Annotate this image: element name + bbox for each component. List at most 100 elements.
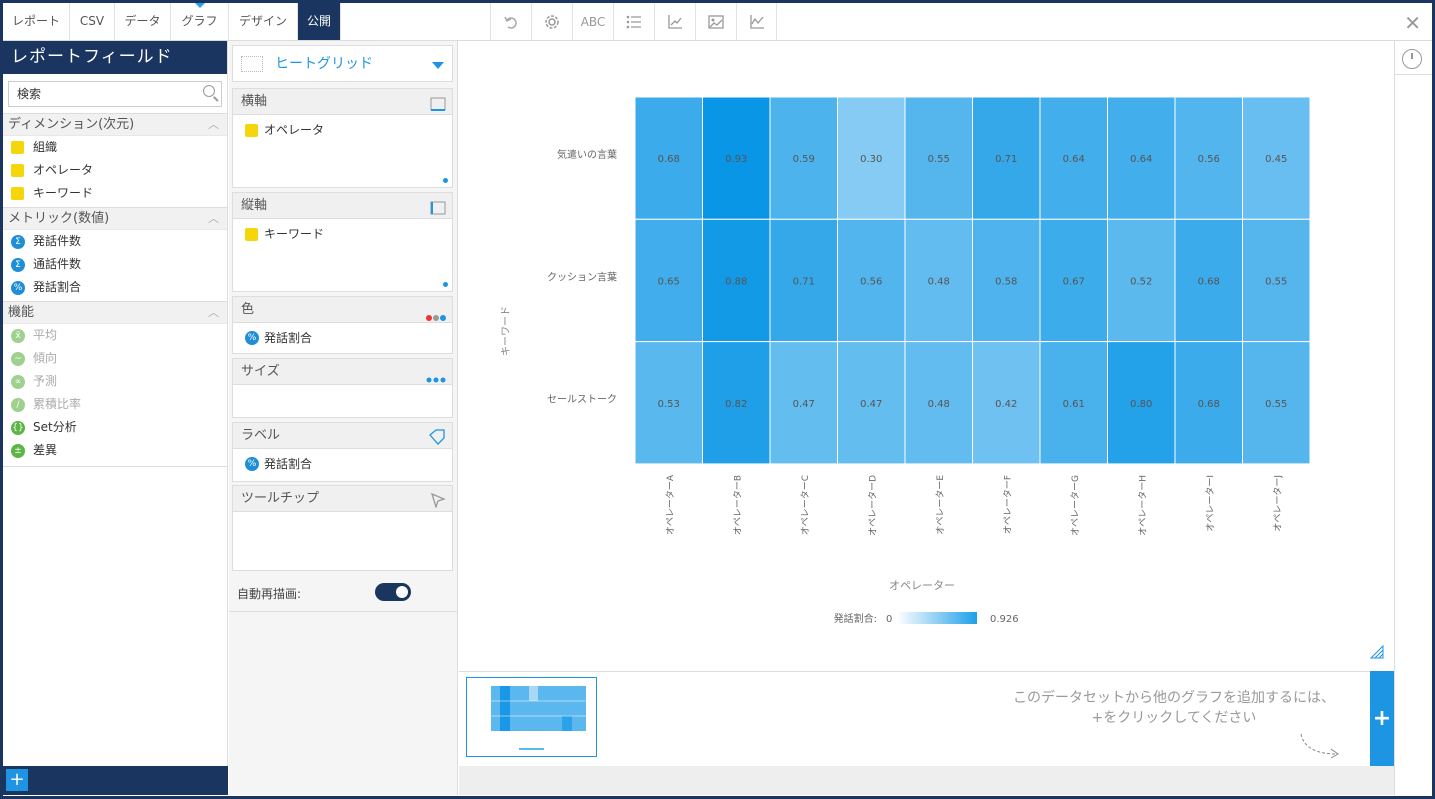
field-keyword[interactable]: キーワード bbox=[3, 182, 227, 205]
dimension-icon bbox=[11, 164, 24, 177]
y-axis-field[interactable]: キーワード bbox=[233, 219, 452, 249]
chevron-up-icon[interactable]: ︿ bbox=[208, 302, 219, 324]
y-axis-label: キーワード bbox=[501, 306, 512, 356]
dimension-icon bbox=[245, 228, 258, 241]
section-metrics-title: メトリック(数値) bbox=[8, 211, 110, 226]
dimension-icon bbox=[11, 141, 24, 154]
add-chart-button[interactable]: + bbox=[1370, 671, 1394, 766]
sum-icon: Σ bbox=[11, 258, 25, 272]
resize-handle-icon[interactable] bbox=[1370, 645, 1384, 659]
report-fields-panel: レポートフィールド 検索 ディメンション(次元) ︿ 組織 オペレータ キーワード… bbox=[3, 41, 228, 795]
x-axis-field[interactable]: オペレータ bbox=[233, 115, 452, 145]
tab-design[interactable]: デザイン bbox=[229, 3, 298, 40]
field-operator[interactable]: オペレータ bbox=[3, 159, 227, 182]
active-step-caret bbox=[194, 3, 205, 8]
chart-type-label: ヒートグリッド bbox=[275, 56, 373, 72]
function-difference[interactable]: ± 差異 bbox=[3, 439, 227, 462]
field-label: 発話割合 bbox=[264, 331, 313, 345]
cell-value-label: 0.55 bbox=[1265, 276, 1287, 287]
function-forecast[interactable]: ∝ 予測 bbox=[3, 370, 227, 393]
tab-csv[interactable]: CSV bbox=[70, 3, 115, 40]
dimension-icon bbox=[11, 187, 24, 200]
cell-value-label: 0.58 bbox=[995, 276, 1017, 287]
percent-icon: % bbox=[245, 331, 259, 345]
function-trend[interactable]: ~ 傾向 bbox=[3, 347, 227, 370]
section-dimensions[interactable]: ディメンション(次元) ︿ bbox=[3, 113, 227, 136]
auto-redraw-toggle[interactable] bbox=[375, 583, 411, 601]
tab-data[interactable]: データ bbox=[115, 3, 171, 40]
history-icon[interactable] bbox=[1402, 49, 1422, 69]
function-cumulative[interactable]: / 累積比率 bbox=[3, 393, 227, 416]
field-label: 平均 bbox=[33, 328, 58, 342]
cell-value-label: 0.68 bbox=[1198, 276, 1220, 287]
panel-title: レポートフィールド bbox=[3, 41, 227, 74]
field-utterance-ratio[interactable]: % 発話割合 bbox=[3, 276, 227, 299]
field-label: 累積比率 bbox=[33, 397, 82, 411]
x-tick-label: オペレーターH bbox=[1137, 475, 1148, 536]
left-footer: + bbox=[3, 766, 228, 795]
label-dropzone[interactable]: ラベル % 発話割合 bbox=[232, 422, 453, 482]
search-icon[interactable] bbox=[203, 85, 215, 97]
tab-graph[interactable]: グラフ bbox=[171, 3, 229, 40]
cell-value-label: 0.80 bbox=[1130, 399, 1152, 410]
close-icon[interactable]: ✕ bbox=[1404, 11, 1421, 35]
field-label: キーワード bbox=[264, 227, 325, 241]
chart-thumbnail[interactable] bbox=[466, 677, 597, 757]
heatmap-chart: 0.68 0.93 0.59 0.30 0.55 0.71 0.64 0.64 0.56 0.45… bbox=[501, 96, 1311, 625]
color-dropzone[interactable]: 色 % 発話割合 bbox=[232, 296, 453, 354]
field-utterance-count[interactable]: Σ 発話件数 bbox=[3, 230, 227, 253]
field-label: 発話割合 bbox=[33, 280, 82, 294]
legend-max: 0.926 bbox=[990, 614, 1019, 625]
abc-text: ABC bbox=[580, 14, 606, 29]
label-field[interactable]: % 発話割合 bbox=[233, 449, 452, 479]
image-icon[interactable] bbox=[695, 3, 736, 40]
tooltip-dropzone[interactable]: ツールチップ bbox=[232, 485, 453, 571]
heatgrid-thumb-icon bbox=[241, 56, 263, 72]
field-organization[interactable]: 組織 bbox=[3, 136, 227, 159]
field-label: 発話割合 bbox=[264, 457, 313, 471]
cell-value-label: 0.67 bbox=[1063, 276, 1085, 287]
tab-graph-label: グラフ bbox=[181, 14, 218, 28]
x-axis-dropzone[interactable]: 横軸 オペレータ bbox=[232, 88, 453, 188]
cell-value-label: 0.93 bbox=[725, 154, 747, 165]
axis-icon[interactable] bbox=[654, 3, 695, 40]
search-input[interactable]: 検索 bbox=[8, 81, 222, 107]
curved-arrow-icon bbox=[1300, 733, 1339, 759]
cell-value-label: 0.59 bbox=[793, 154, 815, 165]
tab-publish[interactable]: 公開 bbox=[298, 3, 341, 40]
list-icon[interactable] bbox=[613, 3, 654, 40]
chevron-down-icon[interactable] bbox=[432, 62, 444, 69]
add-field-button[interactable]: + bbox=[6, 769, 28, 791]
cell-value-label: 0.82 bbox=[725, 399, 747, 410]
chevron-up-icon[interactable]: ︿ bbox=[208, 208, 219, 230]
auto-redraw-label: 自動再描画: bbox=[237, 587, 302, 601]
tab-report[interactable]: レポート bbox=[3, 3, 70, 40]
field-label: 組織 bbox=[33, 140, 58, 154]
percent-icon: % bbox=[11, 281, 25, 295]
section-functions[interactable]: 機能 ︿ bbox=[3, 301, 227, 324]
cell-value-label: 0.53 bbox=[658, 399, 680, 410]
right-rail bbox=[1394, 41, 1433, 795]
undo-icon[interactable] bbox=[490, 3, 531, 40]
drop-indicator bbox=[443, 282, 448, 287]
size-dropzone[interactable]: サイズ bbox=[232, 358, 453, 418]
section-metrics[interactable]: メトリック(数値) ︿ bbox=[3, 207, 227, 230]
cumulative-icon: / bbox=[11, 398, 25, 412]
color-field[interactable]: % 発話割合 bbox=[233, 323, 452, 353]
dimension-icon bbox=[245, 124, 258, 137]
chevron-up-icon[interactable]: ︿ bbox=[208, 114, 219, 136]
x-tick-label: オペレーターJ bbox=[1272, 475, 1283, 532]
chart-type-select[interactable]: ヒートグリッド bbox=[232, 45, 453, 82]
function-average[interactable]: x̄ 平均 bbox=[3, 324, 227, 347]
cell-value-label: 0.47 bbox=[860, 399, 882, 410]
function-set-analysis[interactable]: {} Set分析 bbox=[3, 416, 227, 439]
field-label: 差異 bbox=[33, 443, 58, 457]
y-axis-dropzone[interactable]: 縦軸 キーワード bbox=[232, 192, 453, 292]
x-tick-label: オペレーターA bbox=[665, 474, 676, 535]
bottom-status-bar bbox=[459, 766, 1394, 795]
x-tick-label: オペレーターI bbox=[1205, 475, 1216, 532]
field-call-count[interactable]: Σ 通話件数 bbox=[3, 253, 227, 276]
line-chart-icon[interactable] bbox=[736, 3, 777, 40]
spellcheck-icon[interactable]: ABC bbox=[572, 3, 613, 40]
settings-icon[interactable] bbox=[531, 3, 572, 40]
